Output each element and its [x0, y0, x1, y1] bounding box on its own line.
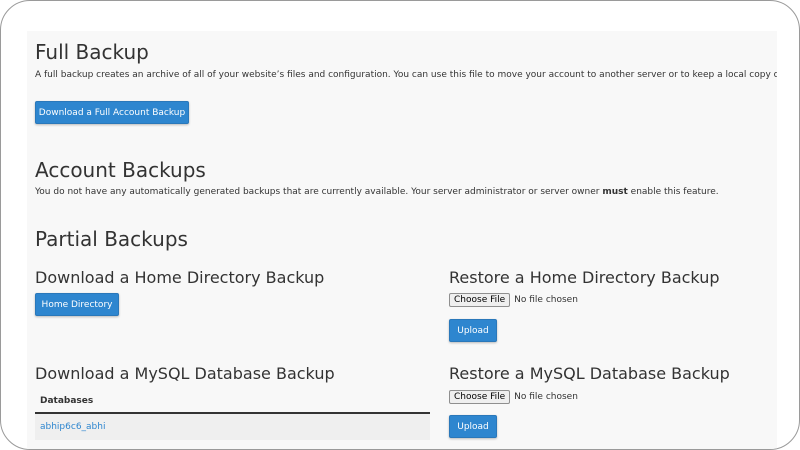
databases-table-header: Databases	[35, 390, 430, 414]
home-choose-file-button[interactable]: Choose File	[449, 293, 511, 307]
home-file-status: No file chosen	[514, 295, 578, 305]
partial-backups-title: Partial Backups	[35, 227, 188, 251]
home-download-title: Download a Home Directory Backup	[35, 268, 325, 287]
home-upload-button[interactable]: Upload	[449, 319, 497, 342]
home-restore-title: Restore a Home Directory Backup	[449, 268, 720, 287]
account-backups-text-end: enable this feature.	[627, 187, 719, 197]
full-backup-title: Full Backup	[35, 40, 149, 64]
download-full-backup-button[interactable]: Download a Full Account Backup	[35, 101, 189, 124]
account-backups-description: You do not have any automatically genera…	[35, 187, 719, 197]
mysql-file-status: No file chosen	[514, 392, 578, 402]
databases-table: Databases abhip6c6_abhi	[35, 390, 430, 440]
full-backup-description: A full backup creates an archive of all …	[35, 70, 777, 80]
account-backups-title: Account Backups	[35, 158, 206, 182]
database-link[interactable]: abhip6c6_abhi	[35, 414, 430, 440]
mysql-download-title: Download a MySQL Database Backup	[35, 364, 335, 383]
mysql-choose-file-button[interactable]: Choose File	[449, 390, 511, 404]
home-directory-button[interactable]: Home Directory	[35, 293, 119, 316]
window-frame: Full Backup A full backup creates an arc…	[0, 0, 800, 450]
account-backups-emphasis: must	[602, 187, 628, 197]
mysql-upload-button[interactable]: Upload	[449, 415, 497, 438]
home-restore-file-row: Choose File No file chosen	[449, 293, 578, 307]
mysql-restore-file-row: Choose File No file chosen	[449, 390, 578, 404]
account-backups-text: You do not have any automatically genera…	[35, 187, 603, 197]
backup-panel: Full Backup A full backup creates an arc…	[27, 31, 777, 449]
mysql-restore-title: Restore a MySQL Database Backup	[449, 364, 730, 383]
